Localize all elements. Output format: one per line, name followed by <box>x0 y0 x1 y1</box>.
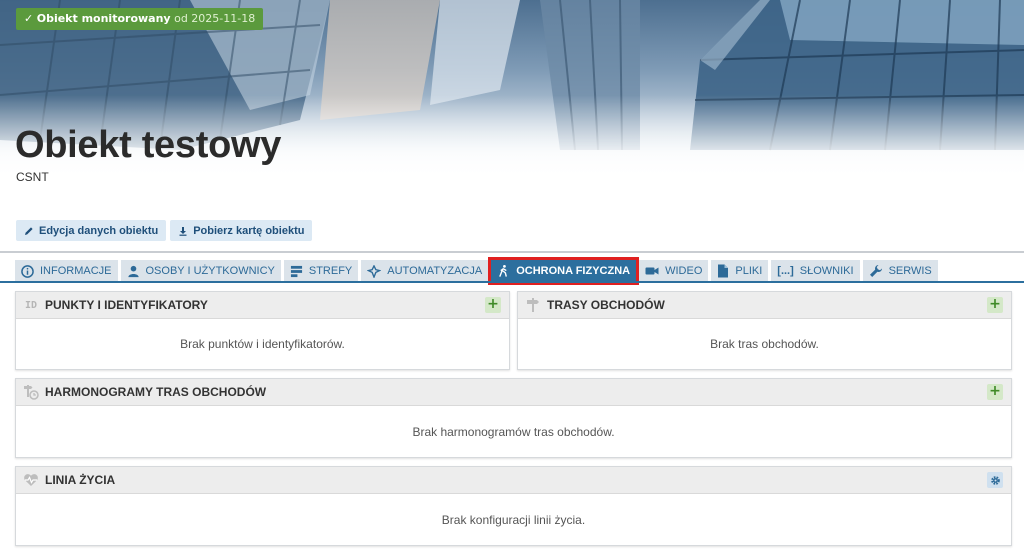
page-title: Obiekt testowy <box>15 124 282 166</box>
edit-object-button[interactable]: Edycja danych obiektu <box>16 220 167 241</box>
tabs-top-divider <box>0 251 1024 253</box>
status-badge: ✓ Obiekt monitorowany od 2025-11-18 <box>16 8 264 30</box>
empty-message: Brak punktów i identyfikatorów. <box>180 337 345 351</box>
panel-title: HARMONOGRAMY TRAS OBCHODÓW <box>45 385 267 399</box>
tab-label: INFORMACJE <box>40 265 112 277</box>
tab-automatyzacja[interactable]: AUTOMATYZACJA <box>361 260 489 282</box>
empty-message: Brak konfiguracji linii życia. <box>441 512 586 527</box>
panel-header: ID PUNKTY I IDENTYFIKATORY + <box>16 292 509 319</box>
tab-ochrona-fizyczna[interactable]: OCHRONA FIZYCZNA <box>488 257 640 285</box>
schedules-panel: HARMONOGRAMY TRAS OBCHODÓW + Brak harmon… <box>15 378 1012 458</box>
add-route-button[interactable]: + <box>987 297 1003 313</box>
status-label: Obiekt monitorowany <box>36 12 171 25</box>
tab-label: STREFY <box>308 265 353 277</box>
panel-header: TRASY OBCHODÓW + <box>518 292 1011 319</box>
file-icon <box>718 264 729 278</box>
panel-title: PUNKTY I IDENTYFIKATORY <box>45 298 208 312</box>
tab-label: WIDEO <box>665 265 703 277</box>
signpost-icon <box>525 297 541 313</box>
download-card-button[interactable]: Pobierz kartę obiektu <box>170 220 313 241</box>
download-icon <box>179 226 187 236</box>
empty-message: Brak harmonogramów tras obchodów. <box>412 424 615 439</box>
empty-message: Brak tras obchodów. <box>710 337 819 351</box>
schedule-clock-icon <box>23 384 39 400</box>
zones-icon <box>290 265 302 277</box>
panel-header: HARMONOGRAMY TRAS OBCHODÓW + <box>16 379 1011 406</box>
object-tabs: INFORMACJE OSOBY I UŻYTKOWNICY STREFY AU… <box>15 257 938 285</box>
panel-title: LINIA ŻYCIA <box>45 473 116 487</box>
edit-object-label: Edycja danych obiektu <box>39 224 159 237</box>
automation-icon <box>367 264 382 278</box>
gear-icon <box>990 475 1000 485</box>
info-icon <box>21 264 34 278</box>
tab-label: PLIKI <box>735 265 763 277</box>
walking-person-icon <box>499 264 508 277</box>
tab-strefy[interactable]: STREFY <box>283 260 359 282</box>
heartbeat-icon <box>23 472 39 488</box>
tab-label: OSOBY I UŻYTKOWNICY <box>145 265 275 277</box>
status-since: od 2025-11-18 <box>174 12 256 25</box>
panel-header: LINIA ŻYCIA <box>16 467 1011 494</box>
tab-informacje[interactable]: INFORMACJE <box>15 260 118 282</box>
lifeline-settings-button[interactable] <box>987 472 1003 488</box>
download-card-label: Pobierz kartę obiektu <box>193 224 305 237</box>
routes-panel: TRASY OBCHODÓW + Brak tras obchodów. <box>517 291 1012 370</box>
panel-title: TRASY OBCHODÓW <box>547 298 665 312</box>
tab-wideo[interactable]: WIDEO <box>639 260 709 282</box>
tab-label: SŁOWNIKI <box>799 265 854 277</box>
add-point-button[interactable]: + <box>485 297 501 313</box>
tab-slowniki[interactable]: [...] SŁOWNIKI <box>771 260 860 282</box>
hero-banner <box>0 0 1024 200</box>
tabs-bottom-divider <box>0 281 1024 283</box>
pencil-icon <box>25 226 33 235</box>
tab-label: SERWIS <box>888 265 932 277</box>
user-icon <box>127 265 139 277</box>
tab-osoby-i-uzytkownicy[interactable]: OSOBY I UŻYTKOWNICY <box>120 260 281 282</box>
tab-pliki[interactable]: PLIKI <box>711 260 769 282</box>
lifeline-panel: LINIA ŻYCIA Brak konfiguracji linii życi… <box>15 466 1012 546</box>
add-schedule-button[interactable]: + <box>987 384 1003 400</box>
dictionary-brackets-icon: [...] <box>777 265 794 277</box>
tab-label: OCHRONA FIZYCZNA <box>516 265 631 277</box>
object-actions: Edycja danych obiektu Pobierz kartę obie… <box>16 220 313 241</box>
wrench-icon <box>869 265 882 277</box>
tab-serwis[interactable]: SERWIS <box>862 260 938 282</box>
points-panel: ID PUNKTY I IDENTYFIKATORY + Brak punktó… <box>15 291 510 370</box>
check-icon: ✓ <box>24 12 34 25</box>
tab-label: AUTOMATYZACJA <box>387 265 483 277</box>
page-subtitle: CSNT <box>16 170 49 184</box>
video-camera-icon <box>645 267 659 275</box>
id-icon: ID <box>24 299 38 311</box>
